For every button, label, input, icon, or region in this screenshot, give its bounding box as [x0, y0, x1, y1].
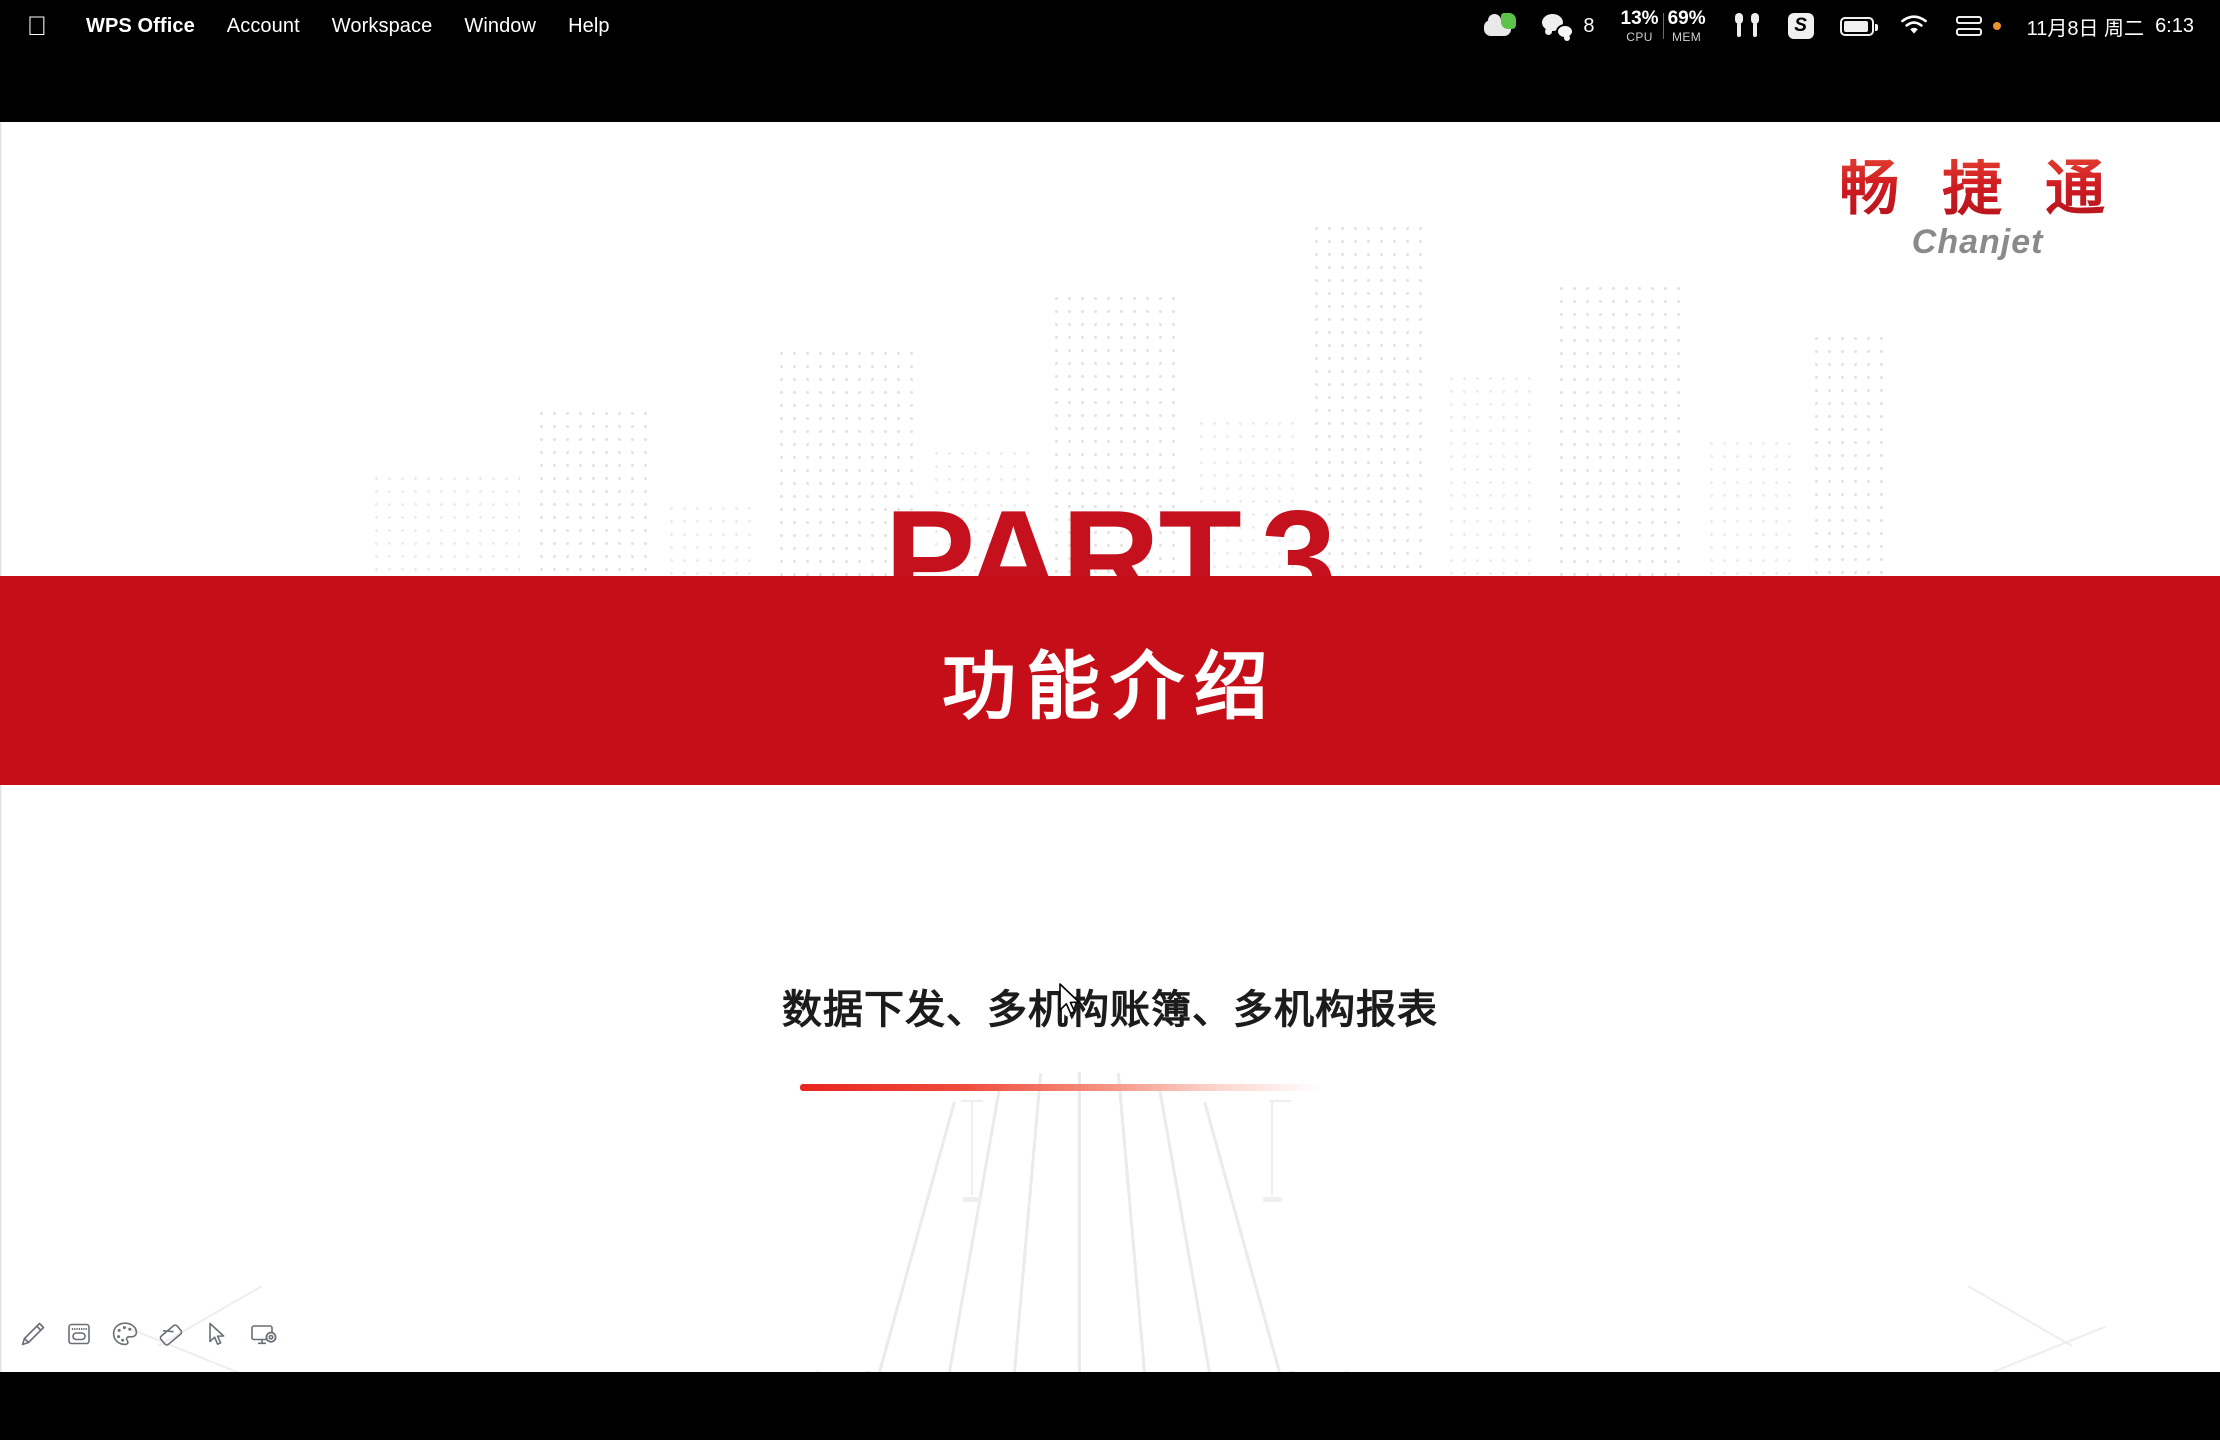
- macos-menu-bar:  WPS Office Account Workspace Window He…: [0, 0, 2220, 52]
- menu-bar-date[interactable]: 11月8日 周二: [2014, 12, 2155, 41]
- logo-chinese-text: 畅 捷 通: [1839, 154, 2116, 224]
- pen-icon[interactable]: [10, 1311, 56, 1357]
- presentation-slide[interactable]: 畅 捷 通 Chanjet PART 3 功能介绍 数据下发、多机构账簿、多机构报…: [0, 122, 2220, 1372]
- tray-divider: [1662, 13, 1664, 39]
- sogou-input-letter: S: [1787, 13, 1814, 39]
- street-lamp-icon: [1255, 1092, 1291, 1202]
- menu-item-help[interactable]: Help: [552, 15, 626, 38]
- apple-logo-icon[interactable]: : [22, 8, 52, 44]
- wechat-icon: [1542, 13, 1575, 41]
- background-road-illustration: [0, 1042, 2220, 1372]
- display-mirroring-icon[interactable]: [1943, 0, 2014, 52]
- menu-bar-status-tray: 8 13% CPU 69% MEM S 11月8日 周二 6:13: [1471, 0, 2198, 52]
- menu-item-workspace[interactable]: Workspace: [316, 15, 449, 38]
- logo-english-text: Chanjet: [1911, 223, 2044, 261]
- menu-bar-time[interactable]: 6:13: [2155, 15, 2198, 38]
- wechat-unread-count: 8: [1583, 14, 1595, 37]
- section-banner: 功能介绍: [0, 576, 2220, 785]
- chanjet-logo: 畅 捷 通 Chanjet: [1839, 159, 2116, 259]
- slide-subtitle: 数据下发、多机构账簿、多机构报表: [782, 987, 1438, 1033]
- palette-icon[interactable]: [102, 1311, 148, 1357]
- cloud-sync-icon[interactable]: [1471, 0, 1529, 52]
- eraser-icon[interactable]: [148, 1311, 194, 1357]
- battery-icon[interactable]: [1827, 0, 1887, 52]
- menu-item-wps-office[interactable]: WPS Office: [70, 15, 211, 38]
- cpu-usage-indicator[interactable]: 13% CPU 69% MEM: [1608, 0, 1719, 52]
- wifi-icon[interactable]: [1887, 0, 1943, 52]
- highlighter-icon[interactable]: [56, 1311, 102, 1357]
- sogou-input-icon[interactable]: S: [1775, 0, 1827, 52]
- wechat-tray-item[interactable]: 8: [1529, 0, 1607, 52]
- airpods-icon[interactable]: [1719, 0, 1775, 52]
- cpu-label: CPU: [1626, 30, 1653, 44]
- orange-status-dot: [1992, 22, 2001, 30]
- subtitle-underline: [800, 1084, 1320, 1091]
- menu-item-window[interactable]: Window: [448, 15, 552, 38]
- mem-value: 69%: [1667, 8, 1706, 29]
- mouse-cursor: [1058, 983, 1084, 1017]
- street-lamp-icon: [955, 1092, 989, 1202]
- menu-item-account[interactable]: Account: [211, 15, 316, 38]
- pointer-icon[interactable]: [194, 1311, 240, 1357]
- cpu-value: 13%: [1620, 8, 1659, 29]
- menu-bar-left:  WPS Office Account Workspace Window He…: [22, 8, 626, 44]
- banner-title: 功能介绍: [942, 644, 1278, 730]
- screen-options-icon[interactable]: [240, 1311, 286, 1357]
- presenter-toolbar[interactable]: [0, 1296, 290, 1372]
- mem-label: MEM: [1671, 30, 1702, 44]
